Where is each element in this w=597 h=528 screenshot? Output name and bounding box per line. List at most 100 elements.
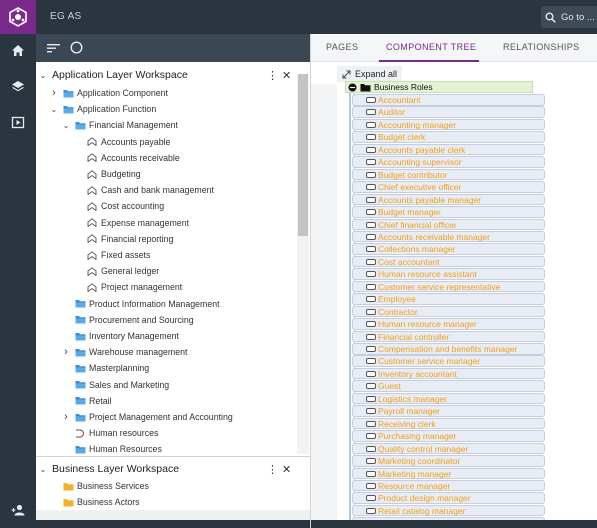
- role-node[interactable]: Financial controller: [352, 330, 545, 343]
- chevron-right-icon[interactable]: ›: [49, 87, 59, 99]
- business-role-icon: [366, 482, 376, 489]
- role-node[interactable]: Payroll manager: [352, 405, 545, 417]
- chevron-down-icon[interactable]: ⌄: [38, 71, 48, 80]
- folder-icon: [74, 396, 86, 406]
- close-icon[interactable]: ✕: [282, 463, 291, 476]
- tree-item[interactable]: Human resources: [36, 426, 291, 440]
- tree-item[interactable]: Expense management: [36, 216, 291, 230]
- role-node[interactable]: Collections manager: [352, 243, 545, 255]
- function-icon: [86, 266, 98, 276]
- tree-item[interactable]: Cost accounting: [36, 199, 291, 213]
- tree-item[interactable]: Retail: [36, 394, 291, 408]
- tree-item[interactable]: Business Actors: [36, 495, 291, 509]
- tab-relationships[interactable]: RELATIONSHIPS: [503, 42, 580, 52]
- tree-item[interactable]: Accounts receivable: [36, 151, 291, 165]
- tab-pages[interactable]: PAGES: [326, 42, 358, 52]
- tree-item[interactable]: Sales and Marketing: [36, 378, 291, 392]
- role-node[interactable]: Purchasing manager: [352, 430, 545, 442]
- workspace-header[interactable]: ⌄ Business Layer Workspace ⋮ ✕: [36, 461, 296, 477]
- tab-component-tree[interactable]: COMPONENT TREE: [386, 42, 476, 52]
- role-node[interactable]: Quality control manager: [352, 442, 545, 455]
- role-node[interactable]: Customer service manager: [352, 355, 545, 367]
- app-logo[interactable]: [0, 0, 36, 34]
- role-node[interactable]: Contractor: [352, 305, 545, 318]
- role-node[interactable]: Receiving clerk: [352, 417, 545, 430]
- close-icon[interactable]: ✕: [282, 69, 291, 82]
- role-node[interactable]: Human resource manager: [352, 318, 545, 330]
- tree-item[interactable]: Accounts payable: [36, 135, 291, 149]
- role-node[interactable]: Accounts payable clerk: [352, 143, 545, 156]
- tree-item[interactable]: Financial reporting: [36, 232, 291, 246]
- nav-home-button[interactable]: [0, 36, 36, 64]
- chevron-down-icon[interactable]: ⌄: [61, 121, 71, 130]
- role-node[interactable]: Human resource assistant: [352, 268, 545, 280]
- role-node[interactable]: Compensation and benefits manager: [352, 343, 545, 355]
- role-node[interactable]: Budget clerk: [352, 131, 545, 143]
- role-node[interactable]: Accounts receivable manager: [352, 230, 545, 243]
- tree-item[interactable]: Inventory Management: [36, 329, 291, 343]
- tree-item[interactable]: › Project Management and Accounting: [36, 410, 291, 424]
- root-node-business-roles[interactable]: Business Roles: [345, 81, 533, 93]
- role-label: Accounting manager: [378, 119, 456, 130]
- tree-item[interactable]: General ledger: [36, 264, 291, 278]
- expand-all-button[interactable]: Expand all: [337, 66, 403, 82]
- nav-layers-button[interactable]: [0, 72, 36, 100]
- business-role-icon: [366, 97, 376, 103]
- tree-item[interactable]: Procurement and Sourcing: [36, 313, 291, 327]
- function-icon: [86, 137, 98, 147]
- kebab-menu-icon[interactable]: ⋮: [267, 69, 278, 82]
- role-node[interactable]: Accountant: [352, 94, 545, 106]
- role-node[interactable]: Inventory accountant: [352, 367, 545, 380]
- role-node[interactable]: Accounting supervisor: [352, 156, 545, 168]
- role-node[interactable]: Budget manager: [352, 206, 545, 218]
- go-to-search[interactable]: Go to ...: [541, 6, 597, 28]
- role-node[interactable]: Auditor: [352, 106, 545, 118]
- tree-item[interactable]: Human Resources: [36, 442, 291, 456]
- role-node[interactable]: Budget contributor: [352, 168, 545, 181]
- tree-item[interactable]: Cash and bank management: [36, 183, 291, 197]
- chevron-down-icon[interactable]: ⌄: [38, 465, 48, 474]
- role-node[interactable]: Marketing coordinator: [352, 455, 545, 467]
- role-node[interactable]: Resource manager: [352, 479, 545, 492]
- collapse-icon[interactable]: [348, 83, 357, 92]
- role-node[interactable]: Customer service representative: [352, 280, 545, 293]
- active-tab-indicator: [379, 60, 479, 62]
- tree-item[interactable]: › Application Component: [36, 86, 291, 100]
- sort-icon[interactable]: [47, 43, 60, 53]
- workspace-header[interactable]: ⌄ Application Layer Workspace ⋮ ✕: [36, 67, 296, 83]
- role-node[interactable]: Employee: [352, 293, 545, 305]
- role-node[interactable]: Product design manager: [352, 492, 545, 504]
- role-node[interactable]: Cost accountant: [352, 255, 545, 268]
- tree-item[interactable]: ⌄ Application Function: [36, 102, 291, 116]
- tree-item[interactable]: Budgeting: [36, 167, 291, 181]
- tree-item-label: Application Function: [77, 104, 157, 115]
- chevron-right-icon[interactable]: ›: [61, 411, 71, 423]
- role-node[interactable]: Accounting manager: [352, 118, 545, 131]
- tree-item[interactable]: Business Services: [36, 479, 291, 493]
- tree-item[interactable]: Product Information Management: [36, 297, 291, 311]
- role-node[interactable]: Chief executive officer: [352, 181, 545, 193]
- workspace-title: Application Layer Workspace: [52, 69, 188, 81]
- tree-item[interactable]: ⌄ Financial Management: [36, 118, 291, 132]
- role-node[interactable]: Chief financial officer: [352, 218, 545, 230]
- nav-present-button[interactable]: [0, 108, 36, 136]
- role-node[interactable]: Guest: [352, 380, 545, 392]
- role-node[interactable]: Marketing manager: [352, 467, 545, 479]
- nav-add-user-button[interactable]: [0, 496, 36, 524]
- business-role-icon: [366, 246, 376, 253]
- chevron-right-icon[interactable]: ›: [61, 346, 71, 358]
- circle-icon[interactable]: [70, 41, 83, 54]
- kebab-menu-icon[interactable]: ⋮: [267, 463, 278, 476]
- tree-item[interactable]: › Warehouse management: [36, 345, 291, 359]
- tree-item[interactable]: Project management: [36, 280, 291, 294]
- role-node[interactable]: Accounts payable manager: [352, 193, 545, 206]
- detail-panel: PAGES COMPONENT TREE RELATIONSHIPS Expan…: [311, 34, 597, 528]
- role-node[interactable]: Logistics manager: [352, 392, 545, 405]
- chevron-down-icon[interactable]: ⌄: [49, 105, 59, 114]
- tree-horizontal-scrollbar[interactable]: [36, 510, 310, 520]
- tree-scrollbar-thumb[interactable]: [298, 74, 308, 236]
- role-node[interactable]: Retail catalog manager: [352, 504, 545, 517]
- role-label: Customer service representative: [378, 281, 501, 292]
- tree-item[interactable]: Fixed assets: [36, 248, 291, 262]
- tree-item[interactable]: Masterplanning: [36, 361, 291, 375]
